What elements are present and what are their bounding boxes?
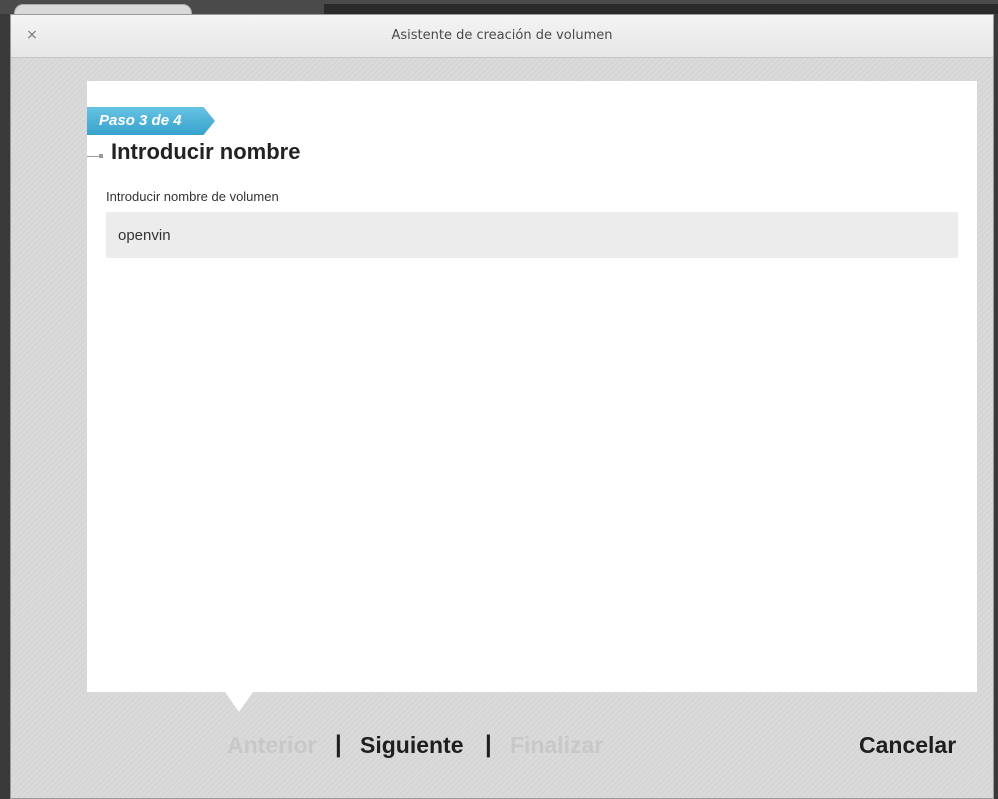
volume-name-label: Introducir nombre de volumen	[106, 189, 279, 204]
volume-wizard-dialog: Asistente de creación de volumen × Paso …	[10, 14, 994, 799]
background-window	[0, 0, 998, 22]
heading-connector-dot	[99, 154, 103, 158]
volume-name-input[interactable]	[106, 212, 958, 258]
step-indicator: Paso 3 de 4	[87, 107, 215, 135]
finish-button[interactable]: Finalizar	[510, 731, 603, 759]
panel-pointer	[225, 692, 253, 712]
step-label: Paso 3 de 4	[99, 112, 182, 129]
window-title: Asistente de creación de volumen	[391, 28, 613, 43]
wizard-navigation: Anterior | Siguiente | Finalizar Cancela…	[11, 721, 993, 769]
previous-button[interactable]: Anterior	[227, 731, 316, 759]
cancel-button[interactable]: Cancelar	[859, 731, 956, 759]
screen: Asistente de creación de volumen × Paso …	[0, 0, 998, 799]
background-panel	[324, 4, 998, 14]
nav-separator: |	[335, 731, 342, 758]
close-icon[interactable]: ×	[23, 26, 41, 44]
titlebar: Asistente de creación de volumen ×	[11, 15, 993, 58]
nav-separator: |	[485, 731, 492, 758]
wizard-panel: Paso 3 de 4 Introducir nombre Introducir…	[87, 81, 977, 692]
heading-connector	[87, 156, 99, 157]
step-title: Introducir nombre	[111, 139, 301, 164]
next-button[interactable]: Siguiente	[360, 731, 464, 759]
